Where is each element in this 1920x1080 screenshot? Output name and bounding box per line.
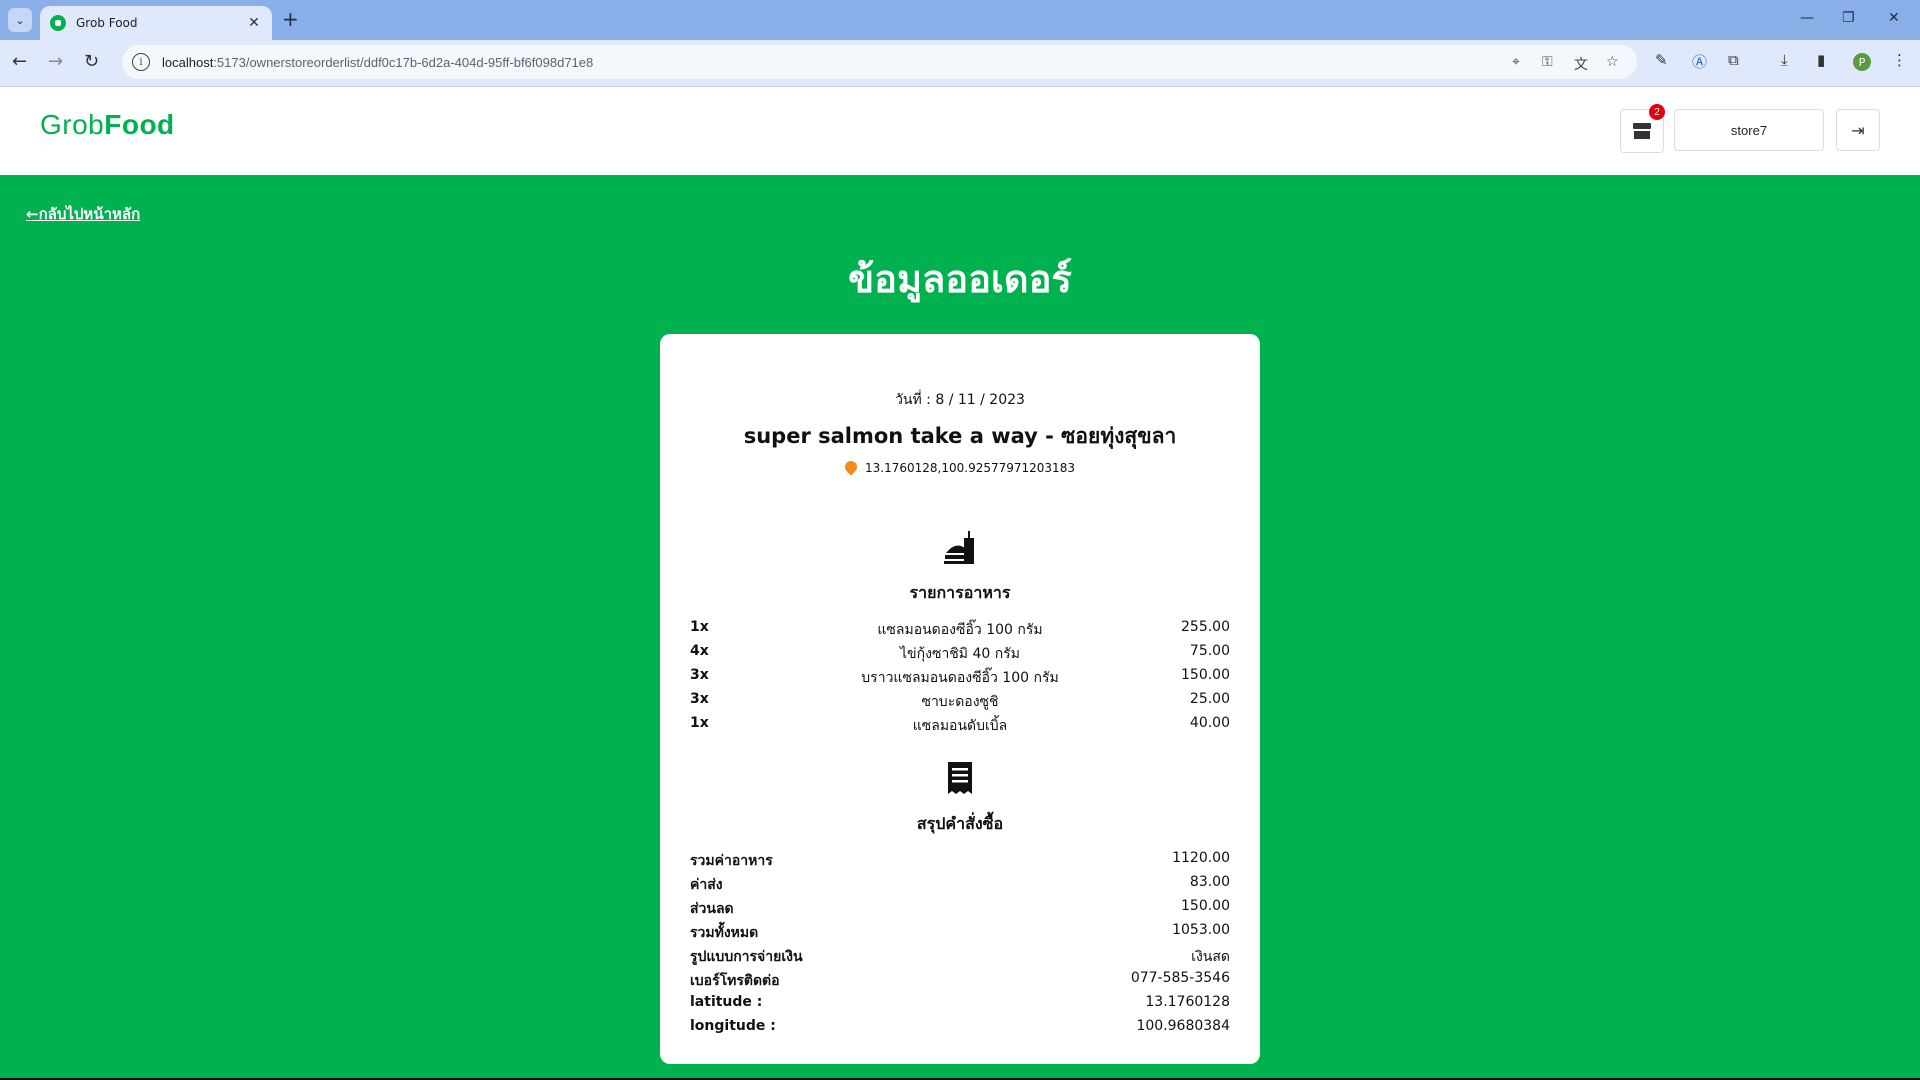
tab-favicon-icon [50,15,66,31]
puzzle-icon[interactable]: ⧉ [1728,51,1739,69]
browser-tab-bar: ⌄ Grob Food ✕ + — ❐ ✕ [0,0,1920,40]
summary-value: 1120.00 [1172,850,1230,866]
translate-icon[interactable]: 文 [1574,54,1588,74]
pen-icon[interactable]: ✎ [1655,51,1668,69]
site-info-icon[interactable]: i [132,53,150,71]
close-window-icon[interactable]: ✕ [1888,10,1900,26]
food-item-row: ซาบะดองซูชิ 3x 25.00 [690,691,1230,713]
tab-title: Grob Food [76,16,138,30]
food-item-price: 150.00 [1181,667,1230,683]
food-item-price: 255.00 [1181,619,1230,635]
summary-row: รวมค่าอาหาร 1120.00 [690,850,1230,872]
food-item-row: ไข่กุ้งซาชิมิ 40 กรัม 4x 75.00 [690,643,1230,665]
food-item-name: ไข่กุ้งซาชิมิ 40 กรัม [900,646,1020,662]
summary-value: 150.00 [1181,898,1230,914]
address-bar[interactable]: i localhost:5173/ownerstoreorderlist/ddf… [122,45,1637,79]
summary-row: ค่าส่ง 83.00 [690,874,1230,896]
food-item-qty: 3x [690,667,709,683]
back-arrow-icon[interactable]: ← [12,51,27,73]
forward-arrow-icon[interactable]: → [48,51,63,73]
store-coordinates: 13.1760128,100.92577971203183 [660,458,1260,476]
page-title: ข้อมูลออเดอร์ [848,257,1072,301]
side-panel-icon[interactable]: ▮ [1817,51,1825,69]
summary-row: latitude : 13.1760128 [690,994,1230,1016]
app-header: GrobFood 2 store7 ⇥ [0,87,1920,175]
food-item-name: ซาบะดองซูชิ [921,694,999,710]
summary-label: ค่าส่ง [690,877,723,893]
summary-label: รวมทั้งหมด [690,925,759,941]
logout-button[interactable]: ⇥ [1836,109,1880,151]
key-icon[interactable]: ⚿ [1542,54,1553,70]
grobfood-logo[interactable]: GrobFood [40,109,175,141]
food-item-row: แซลมอนดับเบิ้ล 1x 40.00 [690,715,1230,737]
food-item-price: 75.00 [1189,643,1230,659]
profile-avatar[interactable]: P [1853,53,1871,71]
new-tab-button[interactable]: + [282,9,299,29]
summary-row: เบอร์โทรติดต่อ 077-585-3546 [690,970,1230,992]
location-icon[interactable]: ⌖ [1512,54,1520,70]
back-to-home-link[interactable]: ←กลับไปหน้าหลัก [26,202,140,226]
summary-label: latitude : [690,994,763,1010]
browser-toolbar: ← → ↻ i localhost:5173/ownerstoreorderli… [0,40,1920,87]
summary-value: 13.1760128 [1145,994,1230,1010]
summary-row: ส่วนลด 150.00 [690,898,1230,920]
summary-label: longitude : [690,1018,776,1034]
food-item-qty: 3x [690,691,709,707]
food-item-qty: 4x [690,643,709,659]
tab-list-button[interactable]: ⌄ [8,8,32,32]
summary-value: 83.00 [1189,874,1230,890]
summary-label: รูปแบบการจ่ายเงิน [690,949,803,965]
summary-row: longitude : 100.9680384 [690,1018,1230,1040]
food-items-title: รายการอาหาร [909,583,1011,602]
browser-tab[interactable]: Grob Food ✕ [40,6,272,40]
food-item-name: แซลมอนดองซีอิ๊ว 100 กรัม [877,622,1043,638]
summary-label: เบอร์โทรติดต่อ [690,973,780,989]
menu-icon[interactable]: ⋮ [1892,51,1907,69]
order-card: วันที่ : 8 / 11 / 2023 super salmon take… [660,334,1260,1064]
store-button[interactable]: 2 [1620,104,1665,153]
summary-label: ส่วนลด [690,901,734,917]
store-name-button[interactable]: store7 [1674,109,1824,151]
reload-icon[interactable]: ↻ [84,51,99,73]
order-date: วันที่ : 8 / 11 / 2023 [895,392,1025,408]
food-item-row: บราวแซลมอนดองซีอิ๊ว 100 กรัม 3x 150.00 [690,667,1230,689]
store-title: super salmon take a way - ซอยทุ่งสุขลา [743,424,1177,448]
food-item-price: 40.00 [1189,715,1230,731]
summary-value: 1053.00 [1172,922,1230,938]
star-icon[interactable]: ☆ [1606,54,1619,70]
extension-a-icon[interactable]: Ⓐ [1692,51,1707,72]
summary-value: 077-585-3546 [1130,970,1230,986]
url-text[interactable]: localhost:5173/ownerstoreorderlist/ddf0c… [162,55,593,70]
restore-icon[interactable]: ❐ [1842,10,1855,26]
summary-row: รูปแบบการจ่ายเงิน เงินสด [690,946,1230,968]
minimize-icon[interactable]: — [1800,10,1814,26]
summary-value: เงินสด [1191,949,1230,965]
download-icon[interactable]: ⤓ [1781,51,1788,69]
food-item-qty: 1x [690,715,709,731]
food-item-row: แซลมอนดองซีอิ๊ว 100 กรัม 1x 255.00 [690,619,1230,641]
logout-icon: ⇥ [1851,120,1865,140]
receipt-icon [948,762,972,794]
food-item-name: บราวแซลมอนดองซีอิ๊ว 100 กรัม [861,670,1059,686]
food-item-price: 25.00 [1189,691,1230,707]
summary-value: 100.9680384 [1136,1018,1230,1034]
store-icon [1633,123,1651,139]
summary-row: รวมทั้งหมด 1053.00 [690,922,1230,944]
order-summary-title: สรุปคำสั่งซื้อ [916,814,1004,833]
location-pin-icon [842,458,860,476]
notification-badge: 2 [1649,104,1665,120]
food-icon [944,531,974,564]
summary-label: รวมค่าอาหาร [690,853,773,869]
food-item-name: แซลมอนดับเบิ้ล [912,718,1008,734]
food-item-qty: 1x [690,619,709,635]
tab-close-icon[interactable]: ✕ [244,15,264,31]
